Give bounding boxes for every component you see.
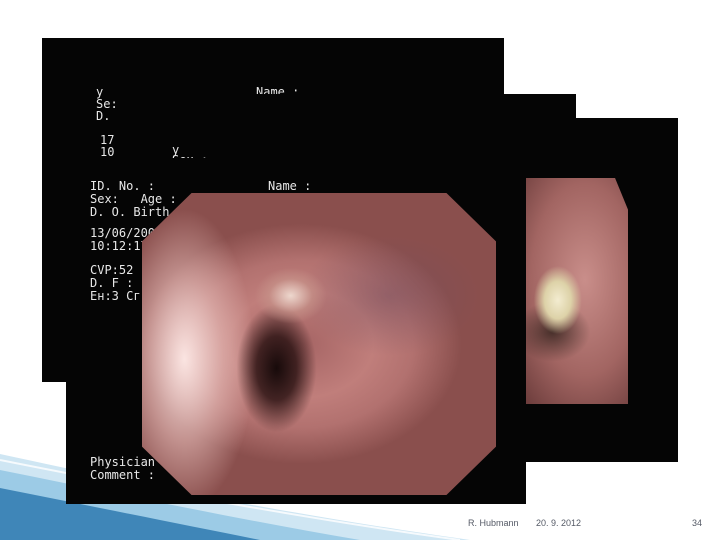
endoscopy-image-esophagus <box>142 193 496 495</box>
footer-date: 20. 9. 2012 <box>536 518 582 528</box>
back-line-d: D. <box>96 109 111 123</box>
footer-page-number: 34 <box>692 518 703 528</box>
comment-label: Comment : <box>90 468 156 482</box>
patient-name-label: Name : <box>268 179 312 193</box>
exam-time: 10:12:17 <box>90 239 148 253</box>
footer-author: R. Hubmann <box>468 518 519 528</box>
endoscopy-image-bolus <box>520 178 628 404</box>
